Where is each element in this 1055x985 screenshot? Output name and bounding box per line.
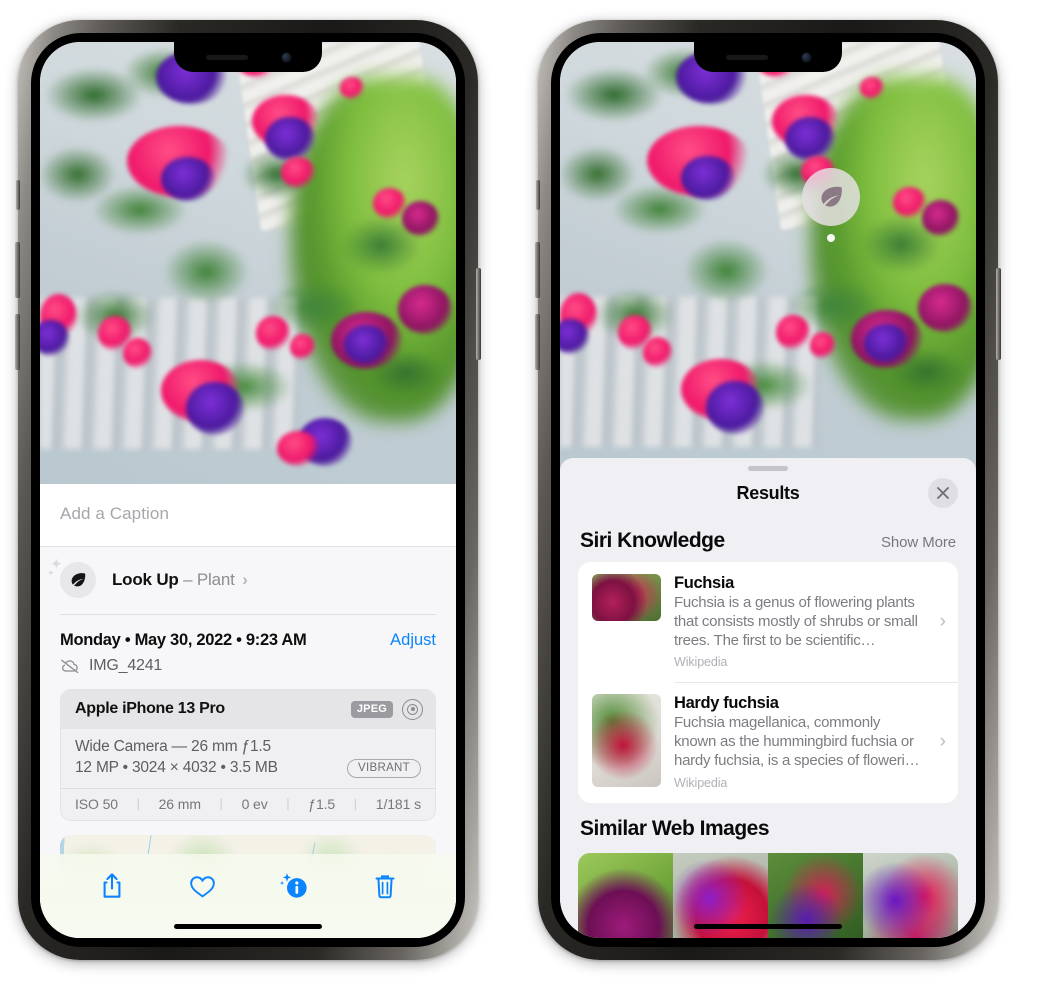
look-up-label: Look Up – Plant › — [112, 570, 248, 590]
earpiece-speaker — [725, 54, 768, 60]
exif-sep: | — [353, 796, 358, 811]
heart-icon — [190, 875, 215, 897]
trash-icon — [375, 874, 394, 898]
exif-card[interactable]: Apple iPhone 13 Pro JPEG Wide Camera — 2… — [60, 688, 436, 821]
caption-field[interactable]: Add a Caption — [40, 484, 456, 547]
web-image-thumbnail[interactable] — [578, 852, 673, 938]
resolution-info: 12 MP • 3024 × 4032 • 3.5 MB — [75, 759, 278, 776]
share-button[interactable] — [90, 866, 134, 906]
knowledge-source: Wikipedia — [674, 655, 728, 670]
info-button[interactable] — [272, 866, 316, 906]
knowledge-title: Hardy fuchsia — [674, 694, 779, 713]
siri-knowledge-title: Siri Knowledge — [580, 529, 725, 552]
close-button[interactable] — [928, 478, 958, 508]
home-indicator[interactable] — [694, 924, 842, 929]
similar-web-images-header: Similar Web Images — [560, 803, 976, 845]
info-sparkle-icon — [279, 873, 307, 898]
chevron-right-icon: › — [939, 730, 946, 752]
aperture-icon — [402, 698, 423, 720]
exif-header: Apple iPhone 13 Pro JPEG — [61, 689, 435, 729]
notch — [694, 42, 842, 72]
knowledge-description: Fuchsia is a genus of flowering plants t… — [674, 594, 918, 649]
chevron-right-icon: › — [939, 610, 946, 632]
volume-up-button[interactable] — [535, 242, 540, 298]
visual-look-up-badge[interactable] — [802, 168, 860, 242]
exif-stat-exposure: 0 ev — [241, 795, 268, 812]
file-row: IMG_4241 — [40, 652, 456, 689]
power-button[interactable] — [476, 268, 481, 360]
knowledge-title: Fuchsia — [674, 574, 734, 592]
knowledge-source: Wikipedia — [674, 775, 728, 790]
front-camera-icon — [281, 52, 291, 62]
look-up-title: Look Up — [112, 570, 179, 589]
favorite-button[interactable] — [181, 866, 225, 906]
knowledge-item-hardy-fuchsia[interactable]: Hardy fuchsia Fuchsia magellanica, commo… — [578, 682, 958, 802]
sheet-title: Results — [736, 482, 800, 503]
screen-left: Add a Caption ✦ ✦ Look Up – Plant › Mond… — [40, 42, 456, 938]
siri-knowledge-header: Siri Knowledge Show More — [560, 515, 976, 562]
exif-body: Wide Camera — 26 mm ƒ1.5 12 MP • 3024 × … — [61, 729, 435, 788]
fuchsia-photo — [560, 42, 976, 482]
photo-info-panel[interactable]: Add a Caption ✦ ✦ Look Up – Plant › Mond… — [40, 484, 456, 938]
exif-sep: | — [219, 796, 223, 811]
home-indicator[interactable] — [174, 924, 322, 929]
lens-info: Wide Camera — 26 mm ƒ1.5 — [75, 737, 271, 755]
exif-stat-aperture: ƒ1.5 — [308, 795, 336, 812]
knowledge-thumbnail — [592, 574, 661, 621]
knowledge-item-fuchsia[interactable]: Fuchsia Fuchsia is a genus of flowering … — [578, 562, 958, 682]
earpiece-speaker — [205, 54, 248, 60]
knowledge-description: Fuchsia magellanica, commonly known as t… — [674, 714, 920, 769]
caption-placeholder: Add a Caption — [60, 504, 170, 523]
similar-web-images-title: Similar Web Images — [580, 816, 770, 840]
mute-switch[interactable] — [536, 180, 540, 210]
exif-sep: | — [136, 796, 140, 811]
exif-sep: | — [286, 796, 290, 811]
camera-device-name: Apple iPhone 13 Pro — [75, 700, 225, 717]
front-camera-icon — [801, 52, 811, 62]
screenshot-stage: Add a Caption ✦ ✦ Look Up – Plant › Mond… — [0, 0, 1055, 985]
sparkle-small-icon: ✦ — [47, 568, 55, 578]
chevron-right-icon: › — [242, 570, 248, 589]
leaf-icon: ✦ ✦ — [47, 557, 96, 598]
filename: IMG_4241 — [89, 656, 163, 674]
volume-down-button[interactable] — [535, 314, 540, 370]
exif-stat-iso: ISO 50 — [75, 795, 118, 812]
sheet-header: Results — [560, 471, 976, 515]
exif-stats-row: ISO 50 | 26 mm | 0 ev | ƒ1.5 | 1/181 s — [61, 787, 435, 820]
adjust-button[interactable]: Adjust — [390, 631, 436, 650]
close-icon — [937, 487, 949, 499]
look-up-row[interactable]: ✦ ✦ Look Up – Plant › — [40, 547, 456, 614]
screen-right: Results Siri Knowledge Show More Fuchsia… — [560, 42, 976, 938]
notch — [174, 42, 322, 72]
volume-down-button[interactable] — [15, 314, 20, 370]
date-row: Monday • May 30, 2022 • 9:23 AM Adjust — [40, 615, 456, 652]
web-image-thumbnail[interactable] — [863, 852, 958, 938]
look-up-dash: – — [183, 570, 193, 589]
results-sheet[interactable]: Results Siri Knowledge Show More Fuchsia… — [560, 458, 976, 938]
visual-look-up-anchor-dot — [827, 234, 835, 242]
photo-datetime: Monday • May 30, 2022 • 9:23 AM — [60, 630, 307, 649]
power-button[interactable] — [996, 268, 1001, 360]
exif-stat-focal: 26 mm — [158, 795, 201, 812]
look-up-subject: Plant — [196, 570, 235, 589]
siri-knowledge-card: Fuchsia Fuchsia is a genus of flowering … — [578, 562, 958, 803]
mute-switch[interactable] — [16, 180, 20, 210]
leaf-icon — [802, 168, 860, 226]
file-format-badge: JPEG — [350, 700, 393, 718]
knowledge-thumbnail — [592, 694, 661, 788]
photographic-style-badge: VIBRANT — [347, 758, 421, 778]
photo-viewer[interactable] — [560, 42, 976, 482]
iphone-left-photos-info: Add a Caption ✦ ✦ Look Up – Plant › Mond… — [15, 20, 481, 960]
show-more-button[interactable]: Show More — [881, 534, 956, 551]
share-icon — [103, 873, 120, 898]
volume-up-button[interactable] — [15, 242, 20, 298]
cloud-slash-icon — [61, 659, 79, 673]
fuchsia-photo — [40, 42, 456, 484]
photo-viewer[interactable] — [40, 42, 456, 484]
delete-button[interactable] — [363, 866, 407, 906]
exif-stat-shutter: 1/181 s — [375, 795, 421, 812]
iphone-right-visual-look-up: Results Siri Knowledge Show More Fuchsia… — [535, 20, 1001, 960]
